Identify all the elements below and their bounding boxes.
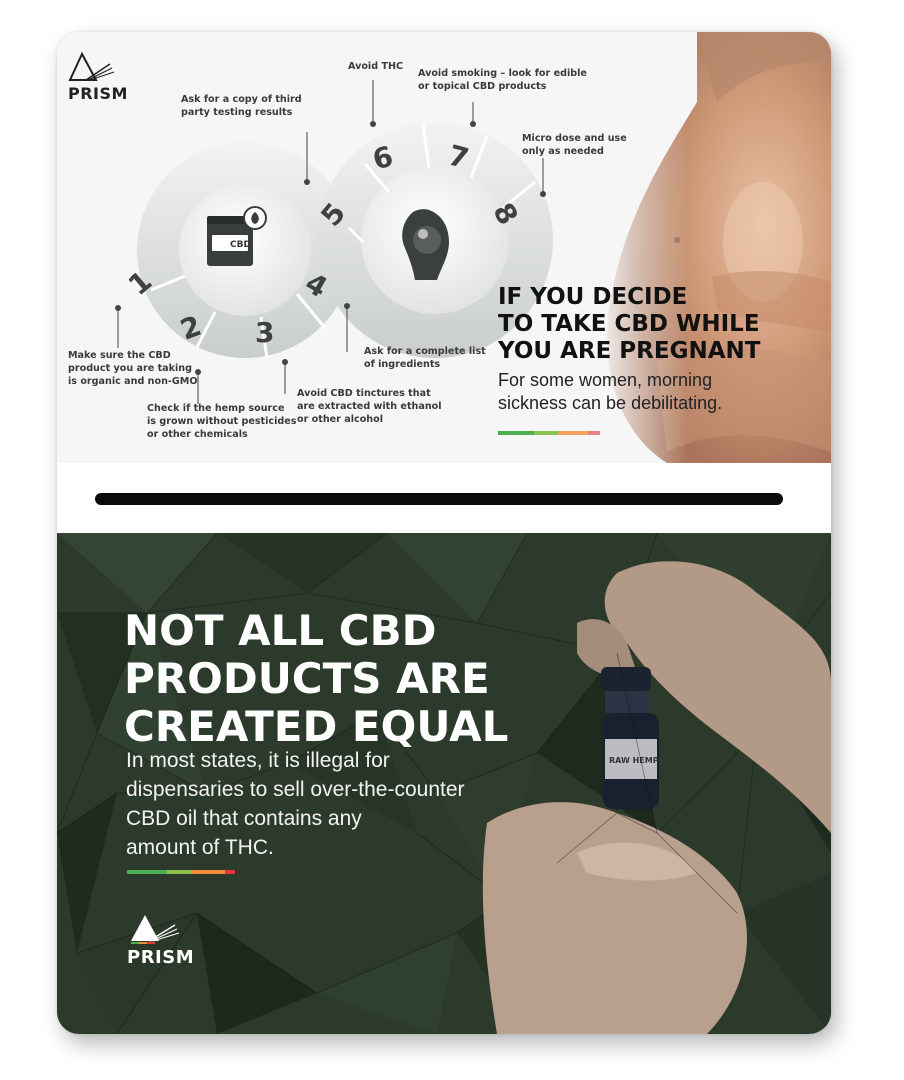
step-label-4: Ask for a complete list of ingredients bbox=[364, 346, 486, 370]
step-label-5: Ask for a copy of third party testing res… bbox=[181, 94, 302, 118]
step-label-8: Micro dose and use only as needed bbox=[522, 133, 627, 157]
horizontal-scrollbar[interactable] bbox=[95, 493, 783, 505]
dropper-bottle-icon bbox=[601, 667, 651, 691]
step-number-3: 3 bbox=[255, 316, 274, 349]
pregnancy-infographic-panel: PRISM 1 2 3 4 5 6 7 8 CBD Make sure the … bbox=[57, 32, 831, 463]
phone-frame: PRISM 1 2 3 4 5 6 7 8 CBD Make sure the … bbox=[57, 32, 831, 1034]
page-divider bbox=[57, 463, 831, 533]
step-label-6: Avoid THC bbox=[348, 61, 404, 72]
step-label-3: Avoid CBD tinctures that are extracted wi… bbox=[297, 388, 442, 425]
jar-label: CBD bbox=[230, 240, 251, 250]
pregnancy-subtext: For some women, morning sickness can be … bbox=[498, 370, 723, 413]
prism-logo-bottom: PRISM bbox=[127, 911, 207, 973]
cbd-products-subtext: In most states, it is illegal for dispen… bbox=[126, 749, 465, 859]
step-label-7: Avoid smoking – look for edible or topica… bbox=[418, 68, 587, 92]
prism-logo-icon bbox=[131, 915, 180, 944]
step-label-1: Make sure the CBD product you are taking i… bbox=[68, 350, 198, 387]
pregnancy-headline: IF YOU DECIDE TO TAKE CBD WHILE YOU ARE … bbox=[498, 284, 761, 364]
cbd-products-headline: NOT ALL CBD PRODUCTS ARE CREATED EQUAL bbox=[124, 606, 509, 751]
bottle-label: RAW HEMP bbox=[609, 756, 659, 765]
step-label-2: Check if the hemp source is grown without… bbox=[147, 403, 297, 440]
brand-name-bottom: PRISM bbox=[127, 947, 195, 968]
cbd-products-panel: RAW HEMP NOT ALL CBD PRODUCTS ARE CREATE… bbox=[57, 533, 831, 1034]
